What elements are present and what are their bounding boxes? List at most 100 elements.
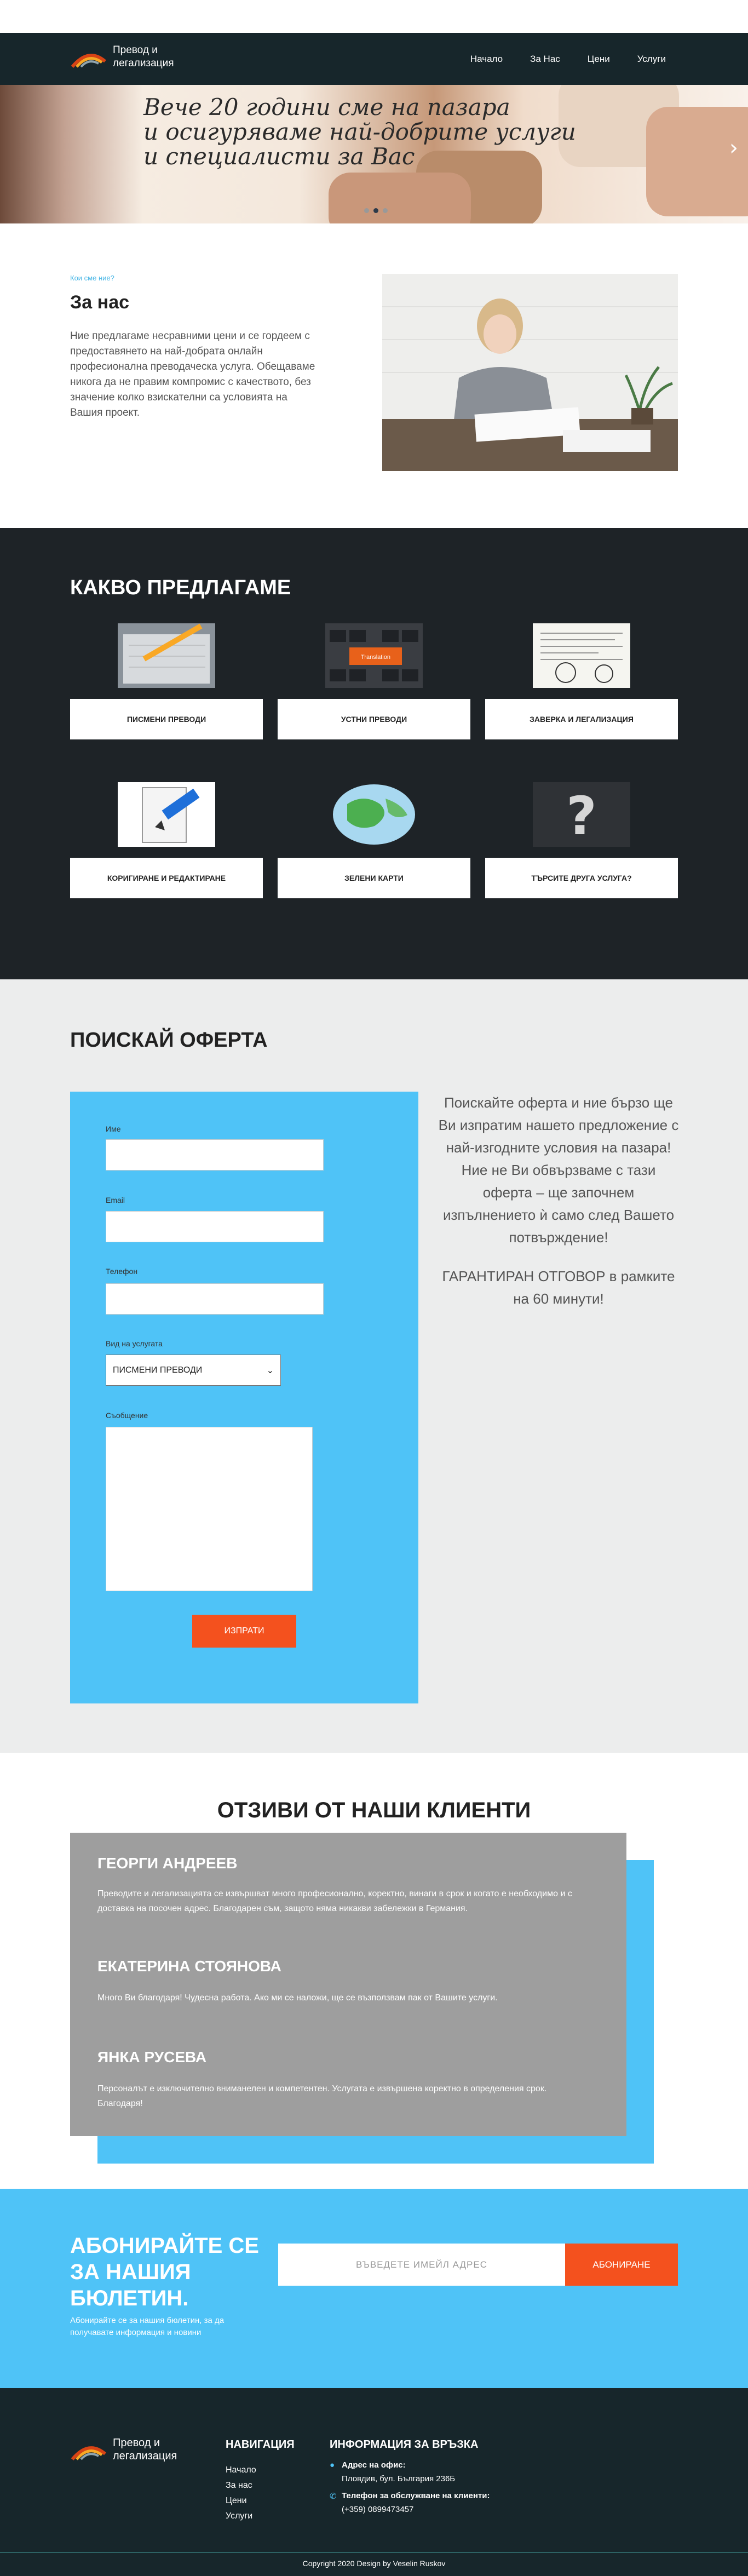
service-card[interactable]: ПИСМЕНИ ПРЕВОДИ: [70, 623, 263, 739]
site-footer: Превод и легализация НАВИГАЦИЯ Начало За…: [0, 2388, 748, 2576]
hero-headline: Вече 20 години сме на пазара и осигурява…: [143, 95, 576, 169]
phone-icon: ✆: [330, 2492, 337, 2501]
service-type-label: Вид на услугата: [106, 1339, 163, 1348]
brand-name-line1: Превод и: [113, 44, 158, 56]
phone-field[interactable]: [106, 1283, 324, 1315]
footer-nav-title: НАВИГАЦИЯ: [226, 2439, 295, 2451]
offer-description: Поискайте оферта и ние бързо ще Ви изпра…: [438, 1092, 679, 1310]
newsletter-subtitle: Абонирайте се за нашия бюлетин, за да по…: [70, 2316, 225, 2337]
service-card[interactable]: Translation УСТНИ ПРЕВОДИ: [278, 623, 470, 739]
pen-on-book-icon: [118, 623, 215, 688]
footer-nav-about[interactable]: За нас: [226, 2478, 256, 2493]
keyboard-translate-key-icon: Translation: [325, 623, 423, 688]
address-row: ● Адрес на офис: Пловдив, бул. България …: [330, 2460, 549, 2483]
service-type-select[interactable]: ПИСМЕНИ ПРЕВОДИ ⌄: [106, 1355, 281, 1386]
testimonial-name: ЯНКА РУСЕВА: [97, 2049, 207, 2066]
service-label[interactable]: ПИСМЕНИ ПРЕВОДИ: [70, 699, 263, 739]
phone-row: ✆ Телефон за обслужване на клиенти: (+35…: [330, 2491, 549, 2514]
footer-nav-home[interactable]: Начало: [226, 2463, 256, 2478]
svg-text:?: ?: [566, 785, 597, 847]
submit-button[interactable]: ИЗПРАТИ: [192, 1615, 296, 1648]
address-label: Адрес на офис:: [342, 2460, 406, 2470]
svg-text:Translation: Translation: [361, 654, 390, 661]
email-label: Email: [106, 1196, 125, 1204]
stamped-document-icon: [533, 623, 630, 688]
offer-section: ПОИСКАЙ ОФЕРТА Име Email Телефон Вид на …: [0, 979, 748, 1753]
footer-nav-prices[interactable]: Цени: [226, 2493, 256, 2509]
question-mark-icon: ?: [533, 782, 630, 847]
globe-icon: [325, 782, 423, 847]
service-label[interactable]: КОРИГИРАНЕ И РЕДАКТИРАНЕ: [70, 858, 263, 898]
subscribe-button[interactable]: АБОНИРАНЕ: [565, 2244, 678, 2286]
woman-writing-illustration: [382, 274, 678, 471]
phone-label: Телефон: [106, 1267, 138, 1276]
about-photo: [382, 274, 678, 471]
hero-line-1: Вече 20 години сме на пазара: [143, 94, 510, 121]
copyright: Copyright 2020 Design by Veselin Ruskov: [302, 2559, 446, 2568]
nav-item-prices[interactable]: Цени: [588, 54, 610, 65]
slider-dot[interactable]: [383, 208, 388, 213]
testimonials-card: ГЕОРГИ АНДРЕЕВ Преводите и легализацията…: [70, 1833, 626, 2136]
brand-name-line2: легализация: [113, 58, 174, 69]
service-card[interactable]: ? ТЪРСИТЕ ДРУГА УСЛУГА?: [485, 782, 678, 898]
chevron-right-icon[interactable]: ›: [729, 135, 738, 160]
chevron-down-icon: ⌄: [266, 1366, 274, 1375]
newsletter-email-input[interactable]: ВЪВЕДЕТЕ ИМЕЙЛ АДРЕС: [278, 2244, 565, 2286]
email-field[interactable]: [106, 1211, 324, 1242]
about-kicker: Кои сме ние?: [70, 274, 114, 282]
offer-form: Име Email Телефон Вид на услугата ПИСМЕН…: [70, 1092, 418, 1703]
service-card[interactable]: КОРИГИРАНЕ И РЕДАКТИРАНЕ: [70, 782, 263, 898]
phone-value[interactable]: (+359) 0899473457: [342, 2505, 490, 2514]
message-label: Съобщение: [106, 1411, 148, 1420]
footer-nav-services[interactable]: Услуги: [226, 2509, 256, 2524]
about-text: Ние предлагаме несравними цени и се горд…: [70, 330, 315, 418]
service-card[interactable]: ЗАВЕРКА И ЛЕГАЛИЗАЦИЯ: [485, 623, 678, 739]
message-textarea[interactable]: [106, 1427, 313, 1591]
testimonial-text: Преводите и легализацията се извършват м…: [97, 1889, 572, 1913]
service-label[interactable]: ЗАВЕРКА И ЛЕГАЛИЗАЦИЯ: [485, 699, 678, 739]
nav-item-services[interactable]: Услуги: [637, 54, 666, 65]
footer-brand-line2: легализация: [113, 2450, 177, 2462]
newsletter-section: АБОНИРАЙТЕ СЕ ЗА НАШИЯ БЮЛЕТИН. Абонирай…: [0, 2189, 748, 2388]
service-label[interactable]: ТЪРСИТЕ ДРУГА УСЛУГА?: [485, 858, 678, 898]
footer-brand-line1: Превод и: [113, 2437, 160, 2449]
footer-divider: [0, 2552, 748, 2553]
nav-item-home[interactable]: Начало: [470, 54, 503, 65]
testimonial-text: Много Ви благодаря! Чудесна работа. Ако …: [97, 1993, 498, 2003]
offer-text-2: ГАРАНТИРАН ОТГОВОР в рамките на 60 минут…: [442, 1268, 675, 1307]
name-label: Име: [106, 1125, 121, 1133]
phone-label-footer: Телефон за обслужване на клиенти:: [342, 2491, 490, 2500]
nav-item-about[interactable]: За Нас: [530, 54, 560, 65]
site-header: Превод и легализация Начало За Нас Цени …: [0, 33, 748, 85]
offer-title: ПОИСКАЙ ОФЕРТА: [70, 1029, 268, 1052]
service-label[interactable]: УСТНИ ПРЕВОДИ: [278, 699, 470, 739]
hero-slider: Вече 20 години сме на пазара и осигурява…: [0, 85, 748, 223]
map-pin-icon: ●: [330, 2460, 335, 2470]
main-nav: Начало За Нас Цени Услуги: [470, 33, 666, 85]
service-type-value: ПИСМЕНИ ПРЕВОДИ: [113, 1365, 203, 1375]
about-title: За нас: [70, 292, 130, 313]
service-label[interactable]: ЗЕЛЕНИ КАРТИ: [278, 858, 470, 898]
hand-right: [646, 107, 748, 216]
address-value: Пловдив, бул. България 236Б: [342, 2474, 456, 2483]
services-section: КАКВО ПРЕДЛАГАМЕ ПИСМЕНИ ПРЕВОДИ Transla…: [0, 528, 748, 979]
slider-dots: [364, 208, 388, 213]
testimonial-name: ГЕОРГИ АНДРЕЕВ: [97, 1855, 238, 1872]
service-card[interactable]: ЗЕЛЕНИ КАРТИ: [278, 782, 470, 898]
testimonial-name: ЕКАТЕРИНА СТОЯНОВА: [97, 1958, 281, 1975]
testimonials-title: ОТЗИВИ ОТ НАШИ КЛИЕНТИ: [217, 1798, 531, 1822]
about-section: Кои сме ние? За нас Ние предлагаме несра…: [0, 223, 748, 528]
slider-dot[interactable]: [364, 208, 369, 213]
logo-arcs-icon: [71, 2446, 106, 2460]
footer-nav-list: Начало За нас Цени Услуги: [226, 2463, 256, 2524]
document-pencil-icon: [118, 782, 215, 847]
brand-logo[interactable]: Превод и легализация: [70, 44, 174, 70]
logo-arcs-icon: [71, 54, 106, 68]
slider-dot-active[interactable]: [373, 208, 378, 213]
footer-contact: ● Адрес на офис: Пловдив, бул. България …: [330, 2460, 549, 2522]
services-title: КАКВО ПРЕДЛАГАМЕ: [70, 576, 291, 599]
hero-left-shade: [0, 85, 142, 223]
name-field[interactable]: [106, 1139, 324, 1171]
footer-logo[interactable]: Превод и легализация: [70, 2436, 177, 2463]
offer-text-1: Поискайте оферта и ние бързо ще Ви изпра…: [438, 1094, 679, 1246]
